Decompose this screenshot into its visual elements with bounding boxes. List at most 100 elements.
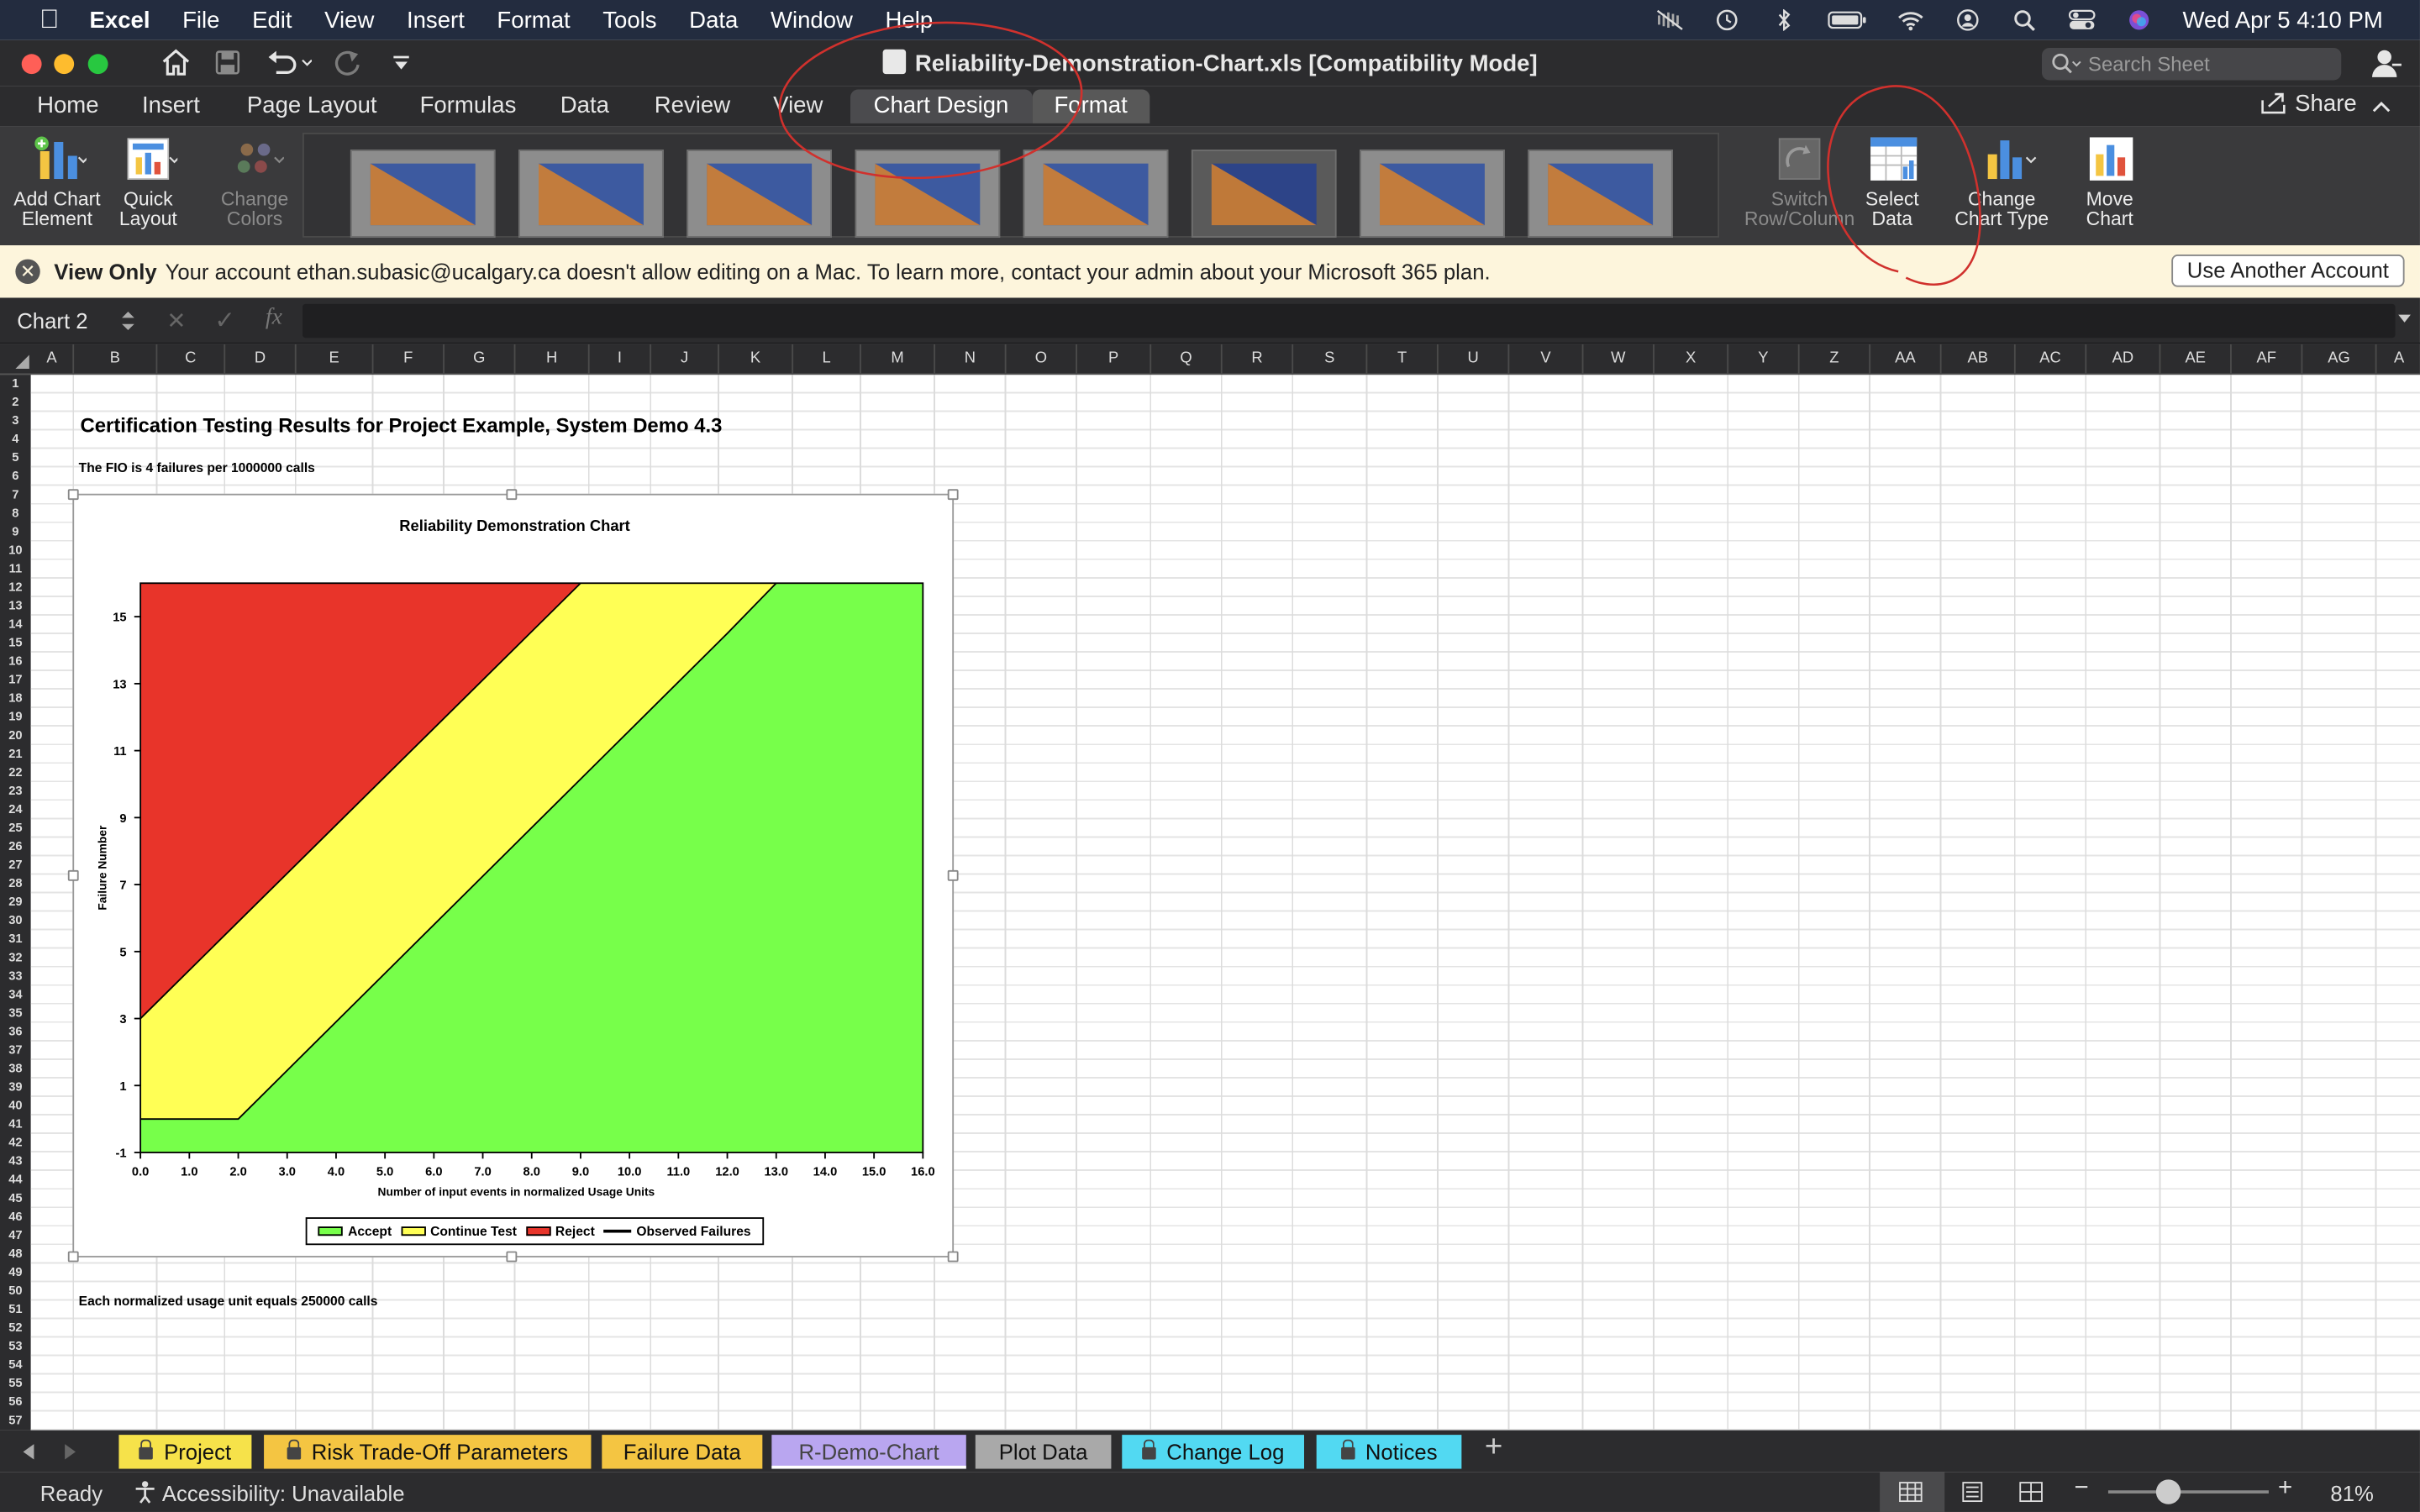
cell-b3-title[interactable]: Certification Testing Results for Projec… bbox=[81, 413, 723, 437]
column-header-n[interactable]: N bbox=[935, 344, 1007, 375]
expand-formula-bar-icon[interactable] bbox=[2396, 313, 2412, 326]
menu-edit[interactable]: Edit bbox=[252, 7, 292, 33]
row-header-12[interactable]: 12 bbox=[0, 579, 31, 597]
zoom-level[interactable]: 81% bbox=[2330, 1481, 2373, 1505]
accessibility-icon[interactable] bbox=[133, 1479, 157, 1504]
dismiss-infobar-close-icon[interactable]: ✕ bbox=[15, 259, 40, 284]
sheet-tab-plot-data[interactable]: Plot Data bbox=[975, 1435, 1112, 1469]
zoom-slider-thumb[interactable] bbox=[2155, 1479, 2181, 1504]
column-header-u[interactable]: U bbox=[1439, 344, 1510, 375]
menu-file[interactable]: File bbox=[182, 7, 219, 33]
row-header-51[interactable]: 51 bbox=[0, 1300, 31, 1319]
row-header-50[interactable]: 50 bbox=[0, 1282, 31, 1300]
menu-app-name[interactable]: Excel bbox=[90, 7, 150, 33]
chart-style-7[interactable] bbox=[1360, 150, 1505, 238]
name-box-stepper-icon[interactable] bbox=[120, 308, 135, 333]
add-chart-element-button[interactable]: Add Chart Element bbox=[9, 127, 105, 230]
sheet-tab-risk-trade-off-parameters[interactable]: Risk Trade-Off Parameters bbox=[264, 1435, 592, 1469]
sheet-tab-change-log[interactable]: Change Log bbox=[1122, 1435, 1305, 1469]
row-header-32[interactable]: 32 bbox=[0, 949, 31, 968]
row-header-21[interactable]: 21 bbox=[0, 745, 31, 764]
tab-home[interactable]: Home bbox=[37, 90, 98, 123]
row-header-4[interactable]: 4 bbox=[0, 430, 31, 449]
column-header-ad[interactable]: AD bbox=[2086, 344, 2161, 375]
account-icon[interactable] bbox=[2369, 46, 2402, 80]
row-header-36[interactable]: 36 bbox=[0, 1023, 31, 1042]
column-header-ae[interactable]: AE bbox=[2160, 344, 2232, 375]
resize-handle-t[interactable] bbox=[506, 489, 518, 501]
column-header-q[interactable]: Q bbox=[1151, 344, 1223, 375]
column-header-z[interactable]: Z bbox=[1800, 344, 1871, 375]
chart-legend[interactable]: Accept Continue Test Reject Observed Fai… bbox=[305, 1217, 765, 1246]
tab-review[interactable]: Review bbox=[655, 90, 730, 123]
row-header-52[interactable]: 52 bbox=[0, 1319, 31, 1337]
column-header-r[interactable]: R bbox=[1223, 344, 1294, 375]
row-header-31[interactable]: 31 bbox=[0, 931, 31, 949]
mute-icon[interactable] bbox=[1656, 9, 1684, 31]
row-header-44[interactable]: 44 bbox=[0, 1171, 31, 1189]
column-header-y[interactable]: Y bbox=[1728, 344, 1800, 375]
tab-page-layout[interactable]: Page Layout bbox=[247, 90, 377, 123]
row-header-57[interactable]: 57 bbox=[0, 1412, 31, 1431]
column-header-i[interactable]: I bbox=[590, 344, 652, 375]
row-header-47[interactable]: 47 bbox=[0, 1226, 31, 1245]
row-header-49[interactable]: 49 bbox=[0, 1263, 31, 1282]
tab-insert[interactable]: Insert bbox=[142, 90, 200, 123]
wifi-icon[interactable] bbox=[1897, 9, 1925, 31]
row-header-18[interactable]: 18 bbox=[0, 690, 31, 708]
column-header-b[interactable]: B bbox=[74, 344, 158, 375]
sheet-tab-r-demo-chart[interactable]: R-Demo-Chart bbox=[771, 1435, 966, 1469]
apple-menu-icon[interactable]:  bbox=[34, 5, 65, 36]
spotlight-search-icon[interactable] bbox=[2012, 9, 2039, 31]
menu-help[interactable]: Help bbox=[886, 7, 934, 33]
column-header-af[interactable]: AF bbox=[2232, 344, 2303, 375]
menu-window[interactable]: Window bbox=[771, 7, 853, 33]
row-header-23[interactable]: 23 bbox=[0, 782, 31, 801]
column-header-e[interactable]: E bbox=[297, 344, 374, 375]
chart-style-1[interactable] bbox=[350, 150, 496, 238]
zoom-slider-track[interactable] bbox=[2107, 1490, 2269, 1494]
menubar-clock[interactable]: Wed Apr 5 4:10 PM bbox=[2182, 7, 2382, 33]
control-center-icon[interactable] bbox=[2069, 9, 2096, 31]
row-header-43[interactable]: 43 bbox=[0, 1152, 31, 1171]
collapse-ribbon-icon[interactable] bbox=[2372, 99, 2391, 114]
resize-handle-tr[interactable] bbox=[947, 489, 959, 501]
row-header-38[interactable]: 38 bbox=[0, 1060, 31, 1079]
chart-style-3[interactable] bbox=[687, 150, 832, 238]
zoom-in-button[interactable]: + bbox=[2278, 1475, 2292, 1503]
row-header-45[interactable]: 45 bbox=[0, 1189, 31, 1208]
menu-view[interactable]: View bbox=[324, 7, 374, 33]
sheet-tab-failure-data[interactable]: Failure Data bbox=[602, 1435, 763, 1469]
column-header-l[interactable]: L bbox=[793, 344, 861, 375]
row-header-40[interactable]: 40 bbox=[0, 1097, 31, 1116]
row-header-6[interactable]: 6 bbox=[0, 468, 31, 486]
change-colors-button[interactable]: Change Colors bbox=[213, 127, 296, 230]
tab-data[interactable]: Data bbox=[560, 90, 609, 123]
column-header-ag[interactable]: AG bbox=[2302, 344, 2377, 375]
row-header-28[interactable]: 28 bbox=[0, 874, 31, 893]
row-header-46[interactable]: 46 bbox=[0, 1208, 31, 1226]
zoom-out-button[interactable]: − bbox=[2075, 1475, 2089, 1503]
bluetooth-icon[interactable] bbox=[1770, 9, 1798, 31]
column-header-v[interactable]: V bbox=[1509, 344, 1584, 375]
row-header-10[interactable]: 10 bbox=[0, 542, 31, 560]
column-header-g[interactable]: G bbox=[445, 344, 516, 375]
sheet-tab-project[interactable]: Project bbox=[118, 1435, 252, 1469]
formula-input[interactable] bbox=[302, 303, 2396, 339]
cancel-entry-icon[interactable]: ✕ bbox=[166, 307, 186, 334]
menu-tools[interactable]: Tools bbox=[602, 7, 656, 33]
menu-insert[interactable]: Insert bbox=[407, 7, 465, 33]
row-header-39[interactable]: 39 bbox=[0, 1079, 31, 1097]
search-sheet-input[interactable]: Search Sheet bbox=[2041, 47, 2342, 81]
column-header-s[interactable]: S bbox=[1293, 344, 1368, 375]
share-button[interactable]: Share bbox=[2261, 91, 2357, 118]
column-header-p[interactable]: P bbox=[1077, 344, 1152, 375]
tab-view[interactable]: View bbox=[773, 90, 823, 123]
column-header-ab[interactable]: AB bbox=[1942, 344, 2016, 375]
column-header-m[interactable]: M bbox=[861, 344, 936, 375]
row-header-16[interactable]: 16 bbox=[0, 653, 31, 671]
resize-handle-tl[interactable] bbox=[67, 489, 79, 501]
column-header-d[interactable]: D bbox=[225, 344, 297, 375]
row-header-24[interactable]: 24 bbox=[0, 801, 31, 819]
row-header-55[interactable]: 55 bbox=[0, 1374, 31, 1393]
